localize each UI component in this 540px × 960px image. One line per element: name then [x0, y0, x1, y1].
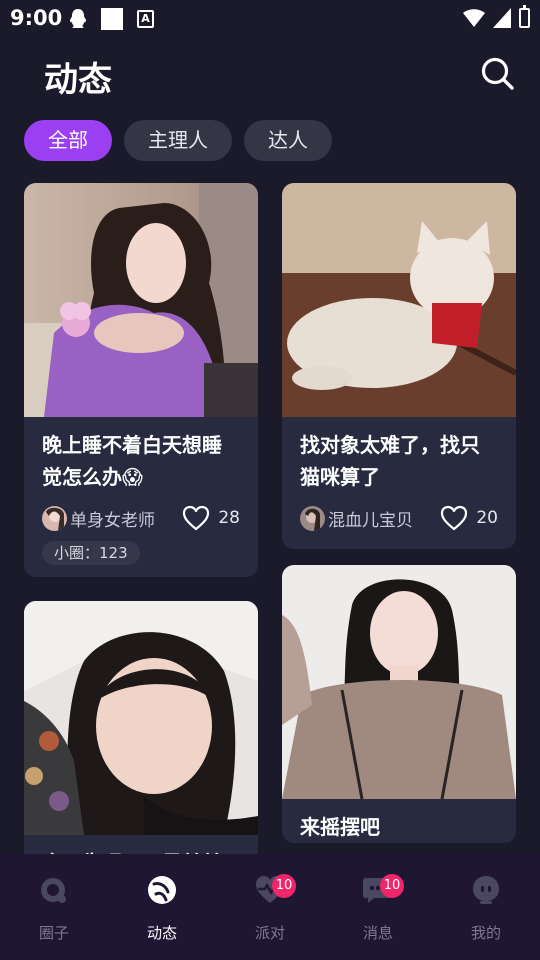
- post-meta: 单身女老师 28: [24, 493, 258, 533]
- nav-label: 派对: [254, 924, 285, 942]
- nav-label: 我的: [470, 924, 501, 942]
- circle-icon: [41, 878, 66, 903]
- author-name[interactable]: 混血儿宝贝: [328, 506, 440, 531]
- post-meta: 混血儿宝贝 20: [282, 493, 516, 533]
- square-icon: [101, 8, 123, 30]
- nav-item-party[interactable]: 10 派对: [216, 854, 324, 960]
- a-icon: A: [137, 10, 154, 28]
- tab-expert[interactable]: 达人: [244, 120, 332, 161]
- nav-label: 消息: [362, 924, 393, 942]
- like-count: 28: [218, 508, 240, 528]
- post-card[interactable]: 找对象太难了，找只猫咪算了 混血儿宝贝 20: [282, 183, 516, 549]
- post-title: 晚上睡不着白天想睡觉怎么办😱: [42, 433, 222, 489]
- tab-organizer[interactable]: 主理人: [124, 120, 232, 161]
- party-badge: 10: [272, 874, 296, 898]
- status-bar: 9:00 A: [0, 0, 540, 38]
- post-title: 来摇摆吧: [300, 815, 380, 839]
- post-title: 找对象太难了，找只猫咪算了: [300, 433, 480, 489]
- nav-item-moments[interactable]: 动态: [108, 854, 216, 960]
- nav-item-profile[interactable]: 我的: [432, 854, 540, 960]
- heart-icon[interactable]: [440, 505, 468, 531]
- nav-item-circle[interactable]: 圈子: [0, 854, 108, 960]
- white-cat-photo: [282, 183, 516, 417]
- girl-knit-top-photo: [282, 565, 516, 799]
- page-title: 动态: [44, 60, 112, 100]
- status-time: 9:00: [10, 6, 63, 30]
- nav-label: 动态: [146, 924, 177, 942]
- avatar[interactable]: [42, 505, 67, 531]
- filter-tabs: 全部 主理人 达人: [24, 120, 332, 161]
- author-name[interactable]: 单身女老师: [70, 506, 182, 531]
- heart-icon[interactable]: [182, 505, 210, 531]
- tab-all[interactable]: 全部: [24, 120, 112, 161]
- battery-icon: [519, 5, 530, 28]
- wifi-icon: [463, 9, 485, 27]
- post-card[interactable]: 今天失眠了又是单单: [24, 601, 258, 879]
- girl-selfie-pillow-photo: [24, 601, 258, 835]
- bottom-nav: 圈子 动态 10 派对 10 消息 我的: [0, 854, 540, 960]
- nav-label: 圈子: [38, 924, 69, 942]
- search-icon[interactable]: [480, 56, 516, 92]
- avatar[interactable]: [300, 505, 325, 531]
- circle-tag[interactable]: 小圈：123: [42, 541, 140, 565]
- signal-icon: [493, 8, 511, 28]
- qq-icon: [70, 9, 86, 28]
- messages-badge: 10: [380, 874, 404, 898]
- post-card[interactable]: 来摇摆吧: [282, 565, 516, 843]
- post-card[interactable]: 晚上睡不着白天想睡觉怎么办😱 单身女老师 28 小圈：123: [24, 183, 258, 577]
- nav-item-messages[interactable]: 10 消息: [324, 854, 432, 960]
- profile-icon: [473, 876, 499, 904]
- moments-icon: [148, 876, 176, 904]
- girl-purple-sweater-photo: [24, 183, 258, 417]
- like-count: 20: [476, 508, 498, 528]
